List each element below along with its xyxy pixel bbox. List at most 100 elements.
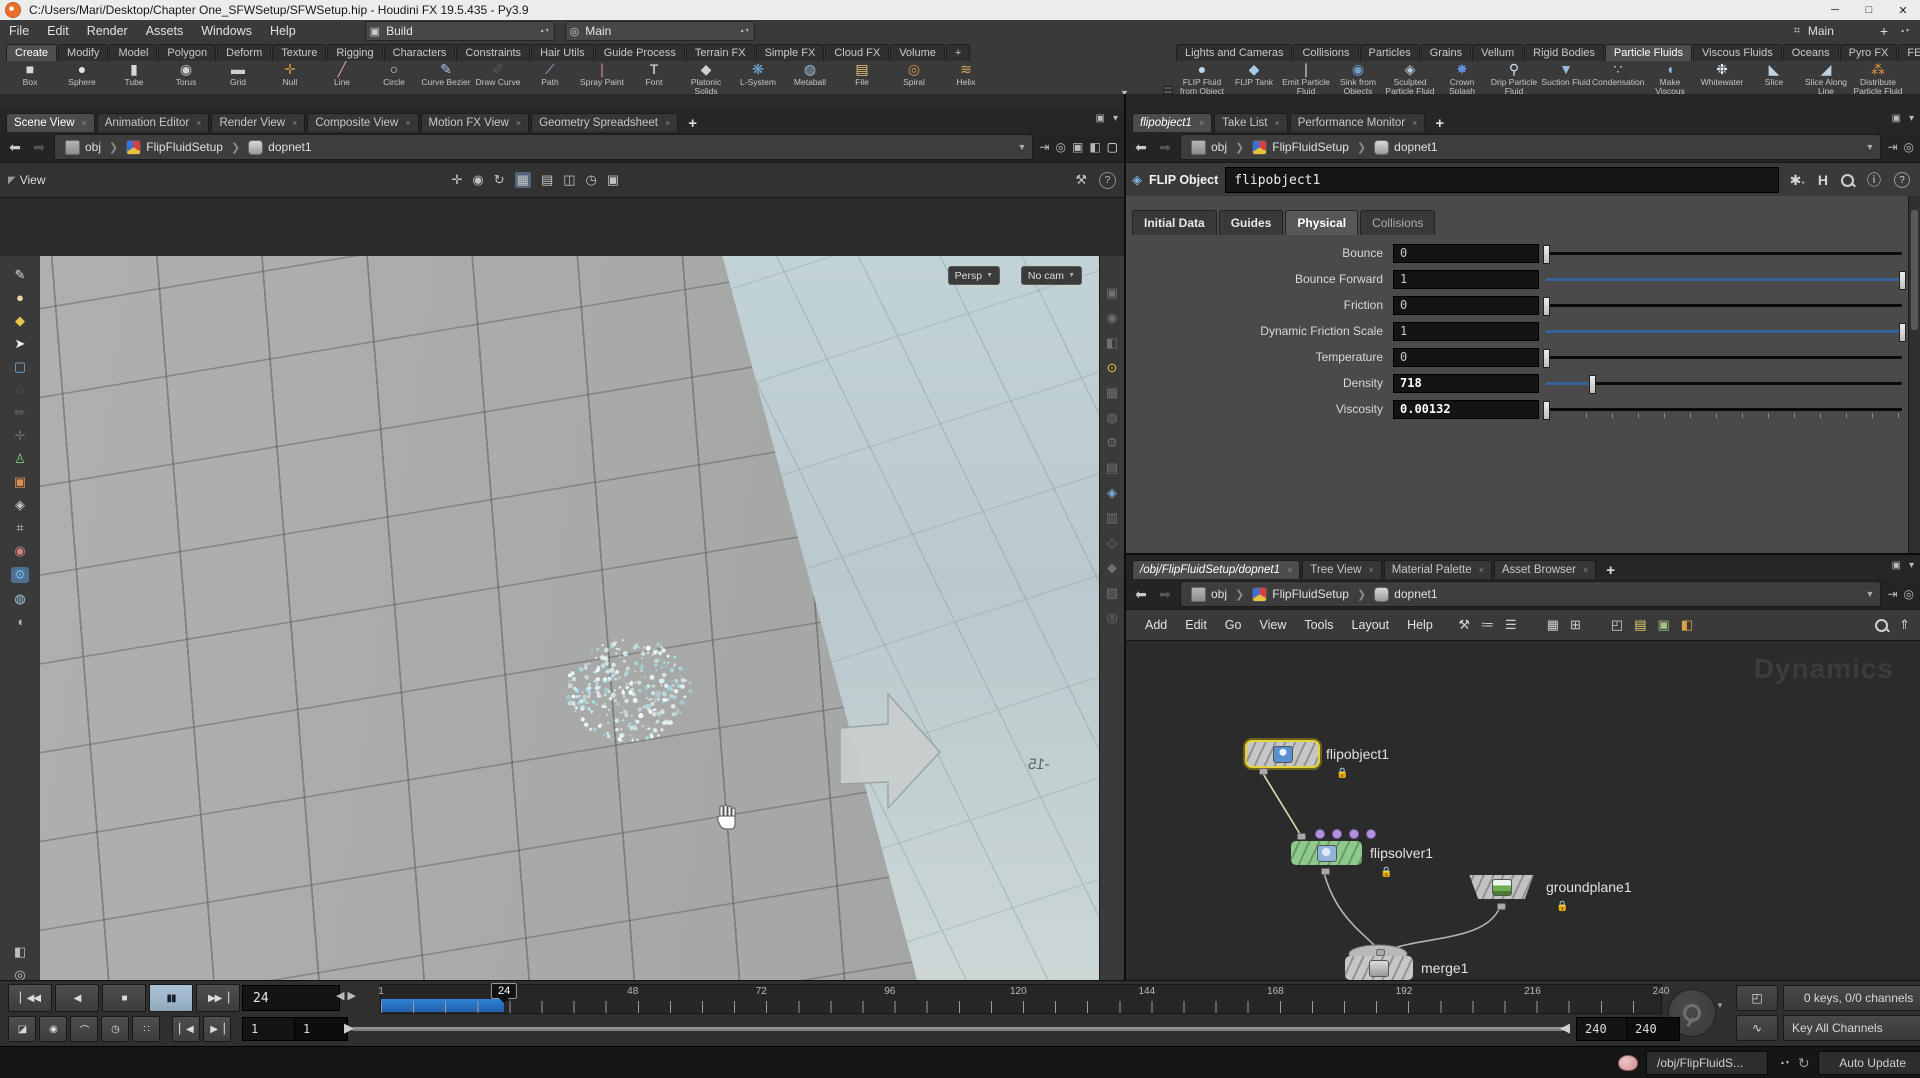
net-search-icon[interactable]	[1875, 619, 1888, 632]
forward-icon[interactable]: ➡	[1156, 139, 1174, 156]
shelf-tool-line[interactable]: ╱Line	[316, 61, 368, 87]
shelf-tool-drip-particle-fluid[interactable]: ⚲Drip Particle Fluid	[1488, 61, 1540, 96]
sculpt-tool-icon[interactable]: ●	[16, 291, 24, 305]
close-tab-icon[interactable]: ×	[665, 118, 670, 128]
shelf-tab-fem[interactable]: FEM	[1898, 44, 1920, 61]
pane-menu-icon[interactable]: ▾	[1113, 113, 1118, 124]
tick-style-icon[interactable]: ∷	[132, 1016, 160, 1042]
view-menu-button[interactable]: ◤ View	[8, 173, 46, 187]
node-label[interactable]: groundplane1	[1546, 879, 1632, 895]
net-tools-icon[interactable]: ⚒	[1458, 617, 1470, 633]
close-tab-icon[interactable]: ×	[292, 118, 297, 128]
frame-step-buttons[interactable]: ◀ ▶	[336, 989, 356, 1002]
pause-button[interactable]: ▮▮	[149, 984, 193, 1012]
viewport-canvas[interactable]: Persp▼ No cam▼ -15 Z	[40, 256, 1100, 980]
param-slider[interactable]	[1546, 400, 1902, 419]
shelf-tab-pyro-fx[interactable]: Pyro FX	[1840, 44, 1898, 61]
camera-icon[interactable]: ◧	[1089, 140, 1100, 154]
back-icon[interactable]: ⬅	[1132, 139, 1150, 156]
solver-data-dot[interactable]	[1315, 829, 1325, 839]
shelf-tool-helix[interactable]: ≋Helix	[940, 61, 992, 87]
shelf-tab-hair-utils[interactable]: Hair Utils	[531, 44, 594, 61]
net-list-icon[interactable]: ☰	[1505, 617, 1517, 633]
play-reverse-button[interactable]: ◀	[55, 984, 99, 1012]
jump-start-button[interactable]: ▏◀◀	[8, 984, 52, 1012]
net-box-icon[interactable]: ◧	[1681, 617, 1693, 633]
slider-handle[interactable]	[1899, 323, 1906, 342]
key-options-dropdown[interactable]: ▼	[1716, 1001, 1724, 1010]
forward-icon[interactable]: ➡	[1156, 586, 1174, 603]
network-canvas[interactable]: Dynamics flipobject1🔒flipsolver1🔒groundp…	[1126, 641, 1920, 982]
character-tool-icon[interactable]: ▣	[14, 475, 26, 489]
view-quad-icon[interactable]: ◧	[1106, 336, 1118, 350]
menu-help[interactable]: Help	[261, 24, 305, 38]
param-slider[interactable]	[1546, 296, 1902, 315]
texture-icon[interactable]: ▧	[1106, 586, 1118, 600]
breadcrumb-flipfluidsetup[interactable]: FlipFluidSetup	[122, 140, 227, 155]
folder-tab-guides[interactable]: Guides	[1219, 210, 1284, 235]
context-path-selector[interactable]: /obj/FlipFluidS...	[1646, 1051, 1768, 1075]
viewport-help-icon[interactable]: ?	[1099, 172, 1116, 189]
pin-pane-icon[interactable]: ⇥	[1887, 140, 1897, 154]
node-io-dot[interactable]	[1259, 768, 1268, 775]
node-flipobject1[interactable]	[1247, 742, 1318, 766]
shelf-tool-sculpted-particle-fluid[interactable]: ◈Sculpted Particle Fluid	[1384, 61, 1436, 96]
shelf-tool-tube[interactable]: ▮Tube	[108, 61, 160, 87]
background-icon[interactable]: ▤	[1106, 461, 1118, 475]
net-thumb-icon[interactable]: ⊞	[1570, 617, 1581, 633]
range-end-field[interactable]: 240	[1576, 1017, 1630, 1041]
node-label[interactable]: flipobject1	[1326, 746, 1389, 762]
radial-menu-icon[interactable]: ◎	[1904, 587, 1914, 601]
shelf-tab-particle-fluids[interactable]: Particle Fluids	[1605, 44, 1692, 61]
menu-assets[interactable]: Assets	[137, 24, 193, 38]
breadcrumb-obj[interactable]: obj	[1187, 587, 1231, 602]
projection-button[interactable]: Persp▼	[948, 266, 1000, 285]
new-pane-tab-button[interactable]: +	[1427, 115, 1452, 132]
motion-path-icon[interactable]: ⌒	[70, 1016, 98, 1042]
net-up-icon[interactable]: ⇑	[1899, 617, 1910, 633]
close-tab-icon[interactable]: ×	[1199, 118, 1204, 128]
param-value-field[interactable]: 0	[1393, 348, 1539, 367]
shelf-tab-oceans[interactable]: Oceans	[1783, 44, 1839, 61]
close-tab-icon[interactable]: ×	[405, 118, 410, 128]
solver-data-dot[interactable]	[1332, 829, 1342, 839]
update-mode-selector[interactable]: Auto Update	[1818, 1051, 1920, 1075]
snapshot-icon[interactable]: ▣	[1072, 140, 1083, 154]
maximize-button[interactable]: □	[1852, 0, 1886, 20]
breadcrumb-obj[interactable]: obj	[1187, 140, 1231, 155]
pin-pane-icon[interactable]: ⇥	[1887, 587, 1897, 601]
radial-menu-icon[interactable]: ◎	[1055, 140, 1065, 154]
pane-tab-animation-editor[interactable]: Animation Editor×	[97, 113, 210, 132]
snap-toggle-icon[interactable]: ▦	[515, 172, 531, 188]
node-label[interactable]: merge1	[1421, 960, 1468, 976]
breadcrumb-dropdown-icon[interactable]: ▼	[1866, 142, 1875, 152]
range-subend-field[interactable]: 240	[1626, 1017, 1680, 1041]
display-options-icon[interactable]: ▣	[1106, 286, 1118, 300]
shelf-tab-texture[interactable]: Texture	[272, 44, 326, 61]
shelf-tab-rigid-bodies[interactable]: Rigid Bodies	[1524, 44, 1604, 61]
shelf-tool-slice[interactable]: ◣Slice	[1748, 61, 1800, 87]
pane-tab-motion-fx-view[interactable]: Motion FX View×	[421, 113, 530, 132]
playhead-flag[interactable]: 24	[491, 983, 517, 999]
net-menu-layout[interactable]: Layout	[1343, 618, 1399, 632]
param-value-field[interactable]: 0	[1393, 296, 1539, 315]
breadcrumb-flipfluidsetup[interactable]: FlipFluidSetup	[1248, 140, 1353, 155]
pane-link-spinner[interactable]: ▲▼	[740, 29, 750, 34]
net-menu-go[interactable]: Go	[1216, 618, 1251, 632]
select-tool-icon[interactable]: ✛	[452, 172, 463, 188]
back-icon[interactable]: ⬅	[1132, 586, 1150, 603]
camera-select-button[interactable]: No cam▼	[1021, 266, 1082, 285]
pane-tab--obj-flipfluidsetup-dopnet1[interactable]: /obj/FlipFluidSetup/dopnet1×	[1132, 560, 1300, 579]
shelf-tool-l-system[interactable]: ❋L-System	[732, 61, 784, 87]
shelf-tab-modify[interactable]: Modify	[58, 44, 108, 61]
shelf-tool-spray-paint[interactable]: ❘Spray Paint	[576, 61, 628, 87]
close-tab-icon[interactable]: ×	[1274, 118, 1279, 128]
slider-handle[interactable]	[1543, 401, 1550, 420]
shelf-tool-box[interactable]: ■Box	[4, 61, 56, 87]
channel-graph-icon[interactable]: ∿	[1736, 1015, 1778, 1041]
pane-menu-icon[interactable]: ▾	[1909, 113, 1914, 124]
shelf-tab-lights-and-cameras[interactable]: Lights and Cameras	[1176, 44, 1292, 61]
pane-tab-performance-monitor[interactable]: Performance Monitor×	[1290, 113, 1426, 132]
pane-link-selector[interactable]: ◎ Main ▲▼	[565, 21, 755, 41]
node-io-dot[interactable]	[1497, 903, 1506, 910]
